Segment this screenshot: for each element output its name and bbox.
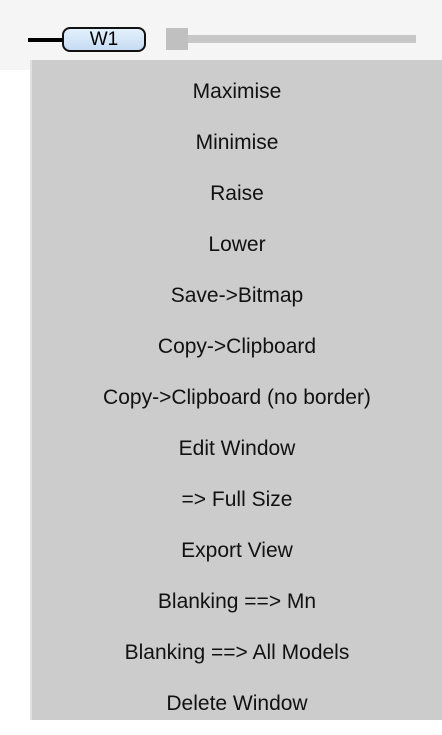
menu-item-copy-clipboard-no-border[interactable]: Copy->Clipboard (no border) (32, 378, 442, 429)
menu-item-save-bitmap[interactable]: Save->Bitmap (32, 276, 442, 327)
menu-item-edit-window[interactable]: Edit Window (32, 429, 442, 480)
window-tab-w1[interactable]: W1 (62, 27, 146, 52)
window-context-menu: Maximise Minimise Raise Lower Save->Bitm… (30, 60, 442, 720)
menu-item-raise[interactable]: Raise (32, 174, 442, 225)
menu-item-copy-clipboard[interactable]: Copy->Clipboard (32, 327, 442, 378)
menu-item-lower[interactable]: Lower (32, 225, 442, 276)
minimize-dash-icon[interactable] (28, 38, 62, 42)
menu-item-full-size[interactable]: => Full Size (32, 480, 442, 531)
menu-item-minimise[interactable]: Minimise (32, 123, 442, 174)
menu-item-blanking-all-models[interactable]: Blanking ==> All Models (32, 633, 442, 684)
title-slider-thumb[interactable] (166, 28, 188, 50)
menu-item-delete-window[interactable]: Delete Window (32, 684, 442, 735)
menu-item-maximise[interactable]: Maximise (32, 72, 442, 123)
menu-item-blanking-mn[interactable]: Blanking ==> Mn (32, 582, 442, 633)
menu-list: Maximise Minimise Raise Lower Save->Bitm… (32, 72, 442, 735)
title-slider-track[interactable] (166, 35, 416, 43)
menu-item-export-view[interactable]: Export View (32, 531, 442, 582)
